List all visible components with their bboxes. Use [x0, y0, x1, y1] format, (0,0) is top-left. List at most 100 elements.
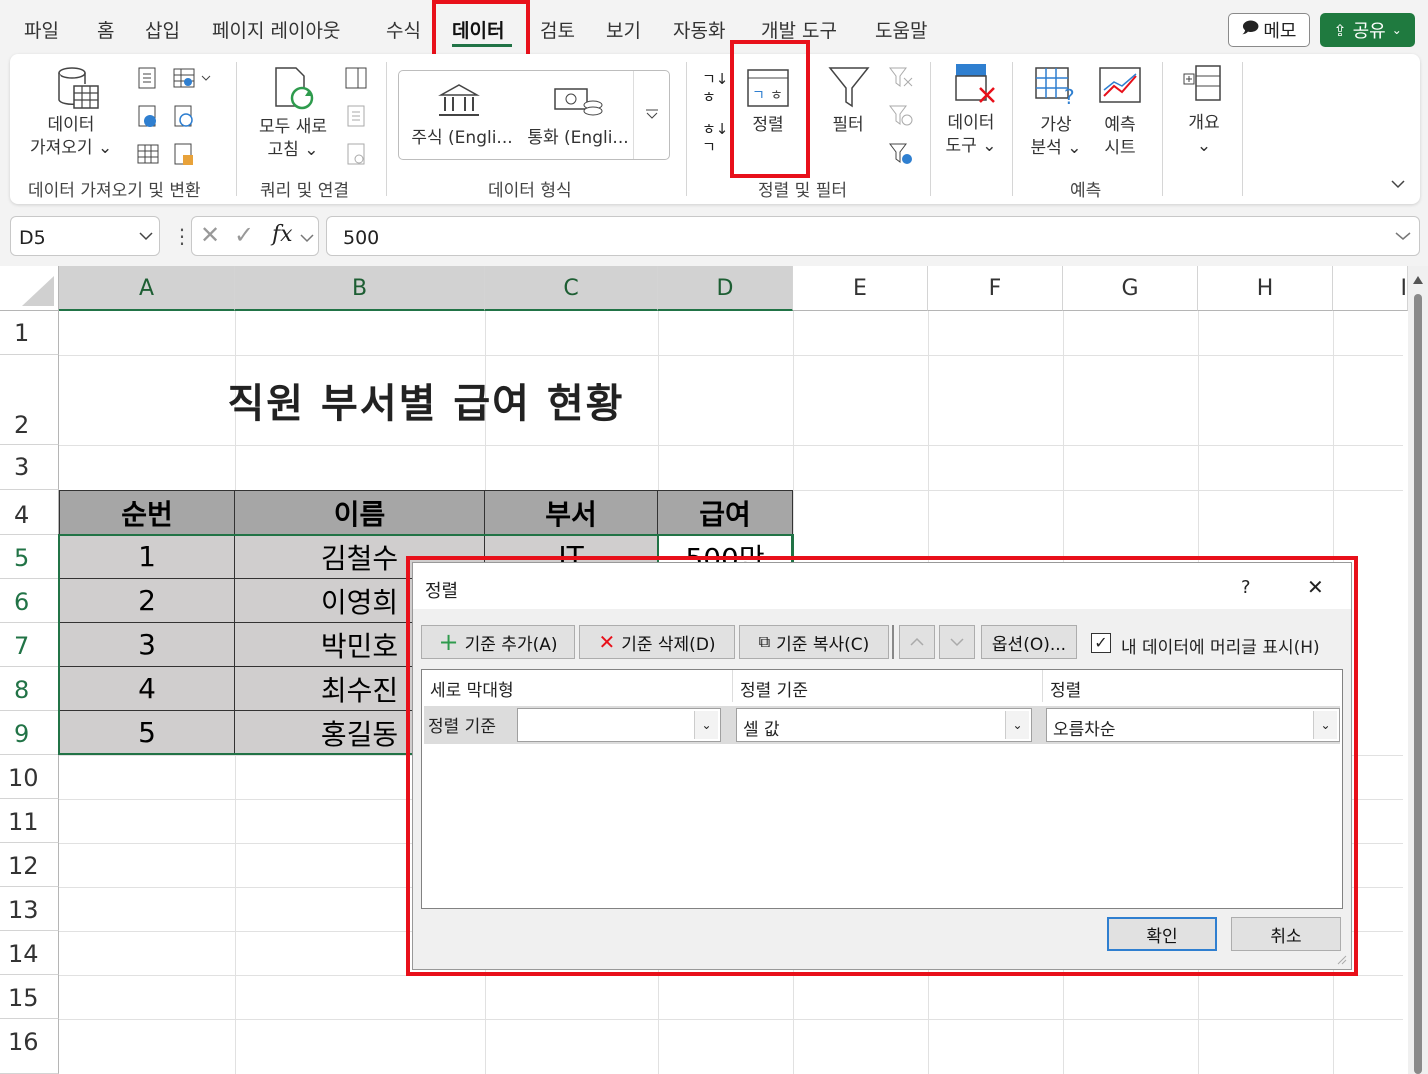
tab-developer[interactable]: 개발 도구 — [761, 16, 837, 43]
row-header-13[interactable]: 13 — [0, 887, 59, 931]
collapse-ribbon-icon[interactable] — [1390, 178, 1406, 190]
column-header-h[interactable]: H — [1198, 266, 1333, 311]
chevron-down-icon — [646, 109, 658, 119]
database-table-icon — [58, 67, 99, 109]
tab-formulas[interactable]: 수식 — [386, 16, 421, 43]
expand-formula-icon — [1395, 232, 1411, 240]
row-header-9[interactable]: 9 — [0, 711, 59, 755]
row-header-4[interactable]: 4 — [0, 490, 59, 535]
tab-page-layout[interactable]: 페이지 레이아웃 — [212, 16, 340, 43]
sort-descending-icon[interactable]: ㅎ↓ ㄱ — [702, 120, 728, 156]
table-cell[interactable]: 3 — [59, 622, 235, 667]
ribbon-separator — [1242, 62, 1243, 196]
tab-home[interactable]: 홈 — [97, 16, 114, 43]
ribbon: 데이터 가져오기 ⌄ 데이터 가져오기 및 변환 모두 새로 고침 ⌄ 쿼리 및… — [10, 54, 1420, 204]
enter-icon[interactable]: ✓ — [234, 221, 254, 249]
from-table-icon[interactable] — [136, 142, 160, 168]
row-header-15[interactable]: 15 — [0, 975, 59, 1019]
column-header-i[interactable]: I — [1333, 266, 1408, 311]
formula-bar: D5 ⋮ ✕ ✓ fx 500 — [10, 216, 1420, 256]
scrollbar-thumb[interactable] — [1414, 294, 1422, 1074]
select-all-triangle-icon — [22, 276, 54, 306]
tab-review[interactable]: 검토 — [540, 16, 575, 43]
header-cell-no[interactable]: 순번 — [59, 490, 235, 535]
select-all-button[interactable] — [0, 266, 59, 311]
row-header-14[interactable]: 14 — [0, 931, 59, 975]
cancel-icon[interactable]: ✕ — [200, 221, 220, 249]
from-file-icon[interactable] — [172, 142, 196, 168]
header-cell-salary[interactable]: 급여 — [657, 490, 793, 535]
highlight-sort-button — [730, 40, 810, 178]
filter-button[interactable]: 필터 — [818, 114, 878, 137]
stocks-button[interactable]: 주식 (Engli... — [407, 127, 517, 150]
table-cell[interactable]: 5 — [59, 710, 235, 755]
refresh-all-button[interactable]: 모두 새로 고침 ⌄ — [248, 116, 338, 162]
column-header-c[interactable]: C — [485, 266, 658, 311]
existing-connections-icon[interactable] — [172, 66, 212, 92]
gallery-expand-button[interactable] — [633, 71, 670, 159]
memo-button[interactable]: 🗩 메모 — [1228, 13, 1310, 47]
row-header-12[interactable]: 12 — [0, 843, 59, 887]
share-label: 공유 — [1352, 21, 1386, 42]
more-options-icon[interactable]: ⋮ — [172, 224, 192, 248]
from-web-icon[interactable] — [136, 104, 160, 130]
data-tools-button[interactable]: 데이터 도구 ⌄ — [938, 112, 1004, 158]
row-header-6[interactable]: 6 — [0, 579, 59, 623]
clear-filter-icon[interactable] — [888, 66, 914, 90]
row-header-16[interactable]: 16 — [0, 1019, 59, 1074]
advanced-filter-icon[interactable] — [888, 142, 914, 166]
forecast-sheet-icon — [1099, 67, 1141, 103]
outline-label: 개요 — [1188, 113, 1220, 133]
chevron-down-icon: ⌄ — [1391, 23, 1402, 37]
outline-button[interactable]: 개요 ⌄ — [1174, 112, 1234, 158]
row-header-7[interactable]: 7 — [0, 623, 59, 667]
row-header-1[interactable]: 1 — [0, 311, 59, 355]
row-header-3[interactable]: 3 — [0, 445, 59, 490]
insert-function-icon[interactable]: fx — [272, 222, 293, 247]
row-header-2[interactable]: 2 — [0, 355, 59, 445]
tab-automate[interactable]: 자동화 — [673, 16, 725, 43]
table-cell[interactable]: 1 — [59, 534, 235, 579]
from-text-icon[interactable] — [136, 66, 160, 92]
column-header-b[interactable]: B — [235, 266, 485, 311]
row-header-5[interactable]: 5 — [0, 535, 59, 579]
tab-insert[interactable]: 삽입 — [145, 16, 180, 43]
header-cell-name[interactable]: 이름 — [234, 490, 485, 535]
row-header-10[interactable]: 10 — [0, 755, 59, 799]
tab-help[interactable]: 도움말 — [875, 16, 927, 43]
column-header-e[interactable]: E — [793, 266, 928, 311]
column-header-f[interactable]: F — [928, 266, 1063, 311]
edit-links-icon[interactable] — [344, 142, 368, 166]
sheet-title[interactable]: 직원 부서별 급여 현황 — [59, 356, 793, 444]
group-label-sort-filter: 정렬 및 필터 — [758, 181, 848, 201]
what-if-button[interactable]: 가상 분석 ⌄ — [1026, 114, 1086, 160]
tab-view[interactable]: 보기 — [606, 16, 641, 43]
reapply-filter-icon[interactable] — [888, 104, 914, 128]
column-header-a[interactable]: A — [59, 266, 235, 311]
forecast-sheet-button[interactable]: 예측 시트 — [1090, 114, 1150, 160]
row-header-8[interactable]: 8 — [0, 667, 59, 711]
formula-buttons: ✕ ✓ fx — [191, 216, 319, 256]
formula-input[interactable]: 500 — [326, 216, 1420, 256]
sort-ascending-icon[interactable]: ㄱ↓ ㅎ — [702, 70, 728, 106]
currency-button[interactable]: 통화 (Engli... — [523, 127, 633, 150]
properties-icon[interactable] — [344, 104, 368, 128]
forecast-label-1: 예측 — [1104, 115, 1136, 135]
scroll-up-icon[interactable] — [1413, 276, 1423, 284]
menu-bar: 파일 홈 삽입 페이지 레이아웃 수식 데이터 검토 보기 자동화 개발 도구 … — [0, 0, 1428, 56]
share-button[interactable]: ⇪ 공유 ⌄ — [1320, 13, 1415, 47]
table-cell[interactable]: 4 — [59, 666, 235, 711]
tab-file[interactable]: 파일 — [24, 16, 59, 43]
comment-icon: 🗩 — [1241, 17, 1260, 37]
row-header-11[interactable]: 11 — [0, 799, 59, 843]
column-header-d[interactable]: D — [658, 266, 793, 311]
header-cell-dept[interactable]: 부서 — [484, 490, 658, 535]
recent-sources-icon[interactable] — [172, 104, 196, 130]
get-data-button[interactable]: 데이터 가져오기 ⌄ — [30, 114, 112, 160]
name-box-value: D5 — [19, 227, 46, 249]
column-header-g[interactable]: G — [1063, 266, 1198, 311]
name-box[interactable]: D5 — [10, 216, 160, 256]
queries-connections-icon[interactable] — [344, 66, 368, 90]
table-cell[interactable]: 2 — [59, 578, 235, 623]
vertical-scrollbar[interactable] — [1408, 266, 1428, 1074]
